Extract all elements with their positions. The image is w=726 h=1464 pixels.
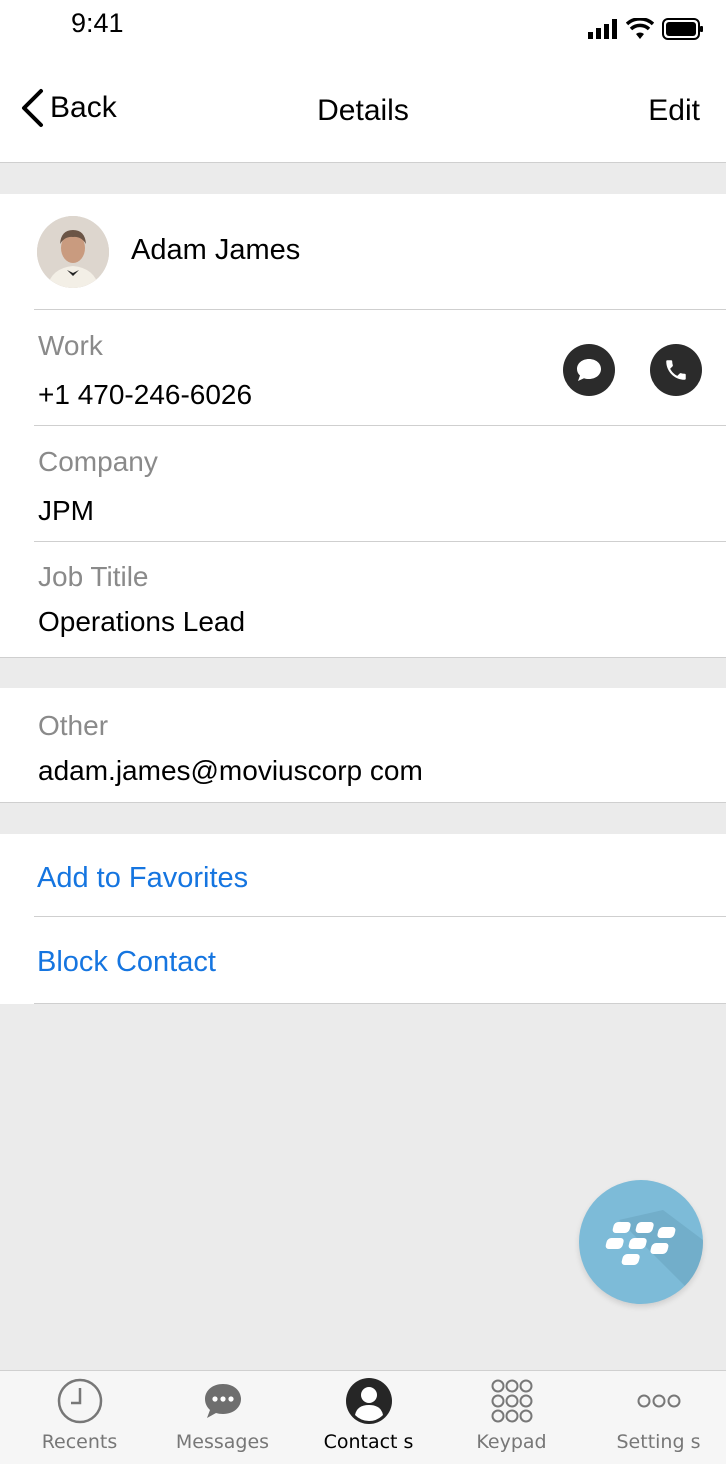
edit-button[interactable]: Edit bbox=[648, 94, 700, 128]
job-title-label: Job Titile bbox=[38, 561, 149, 592]
company-row: Company JPM bbox=[0, 426, 726, 541]
other-section: Other adam.james@moviuscorp com bbox=[0, 688, 726, 802]
tab-contacts[interactable]: Contact s bbox=[296, 1371, 441, 1464]
section-divider bbox=[0, 657, 726, 658]
contact-info-section: Adam James Work +1 470-246-6026 Company … bbox=[0, 194, 726, 657]
tab-bar: Recents Messages Contact s Keypad Settin… bbox=[0, 1370, 726, 1464]
blackberry-icon bbox=[605, 1210, 703, 1304]
section-divider bbox=[0, 802, 726, 803]
signal-icon bbox=[588, 19, 617, 39]
status-icons bbox=[588, 18, 704, 40]
battery-icon bbox=[662, 18, 703, 40]
keypad-icon bbox=[491, 1379, 532, 1423]
tab-messages-label: Messages bbox=[175, 1431, 270, 1453]
contact-header-row: Adam James bbox=[0, 194, 726, 310]
work-phone-row[interactable]: Work +1 470-246-6026 bbox=[0, 310, 726, 425]
tab-recents-label: Recents bbox=[41, 1431, 118, 1453]
work-phone-value[interactable]: +1 470-246-6026 bbox=[38, 379, 252, 411]
chevron-left-icon bbox=[22, 89, 43, 127]
back-button[interactable]: Back bbox=[20, 88, 117, 128]
status-time: 9:41 bbox=[71, 8, 124, 38]
more-dots-icon bbox=[637, 1394, 680, 1408]
contact-name: Adam James bbox=[131, 234, 301, 266]
nav-bar: Back Details Edit bbox=[0, 60, 726, 163]
message-button[interactable] bbox=[563, 344, 615, 396]
tab-settings[interactable]: Setting s bbox=[586, 1371, 726, 1464]
clock-icon bbox=[57, 1378, 102, 1424]
tab-messages[interactable]: Messages bbox=[150, 1371, 295, 1464]
block-contact-button[interactable]: Block Contact bbox=[37, 946, 216, 979]
phone-icon bbox=[666, 360, 686, 380]
job-title-value: Operations Lead bbox=[38, 606, 246, 637]
work-label: Work bbox=[38, 330, 103, 361]
person-icon bbox=[345, 1378, 392, 1424]
chat-bubble-icon bbox=[577, 359, 601, 381]
tab-recents[interactable]: Recents bbox=[7, 1371, 152, 1464]
back-label: Back bbox=[50, 91, 117, 124]
actions-section: Add to Favorites Block Contact bbox=[0, 834, 726, 1004]
other-label: Other bbox=[38, 710, 109, 741]
tab-settings-label: Setting s bbox=[616, 1431, 701, 1453]
wifi-icon bbox=[626, 18, 654, 39]
chat-bubble-icon bbox=[204, 1384, 241, 1418]
job-title-row: Job Titile Operations Lead bbox=[0, 542, 726, 657]
company-label: Company bbox=[38, 446, 158, 477]
tab-contacts-label: Contact s bbox=[323, 1431, 414, 1453]
other-email-value[interactable]: adam.james@moviuscorp com bbox=[38, 755, 423, 787]
blackberry-fab-button[interactable] bbox=[579, 1180, 703, 1304]
company-value: JPM bbox=[38, 495, 94, 526]
divider bbox=[34, 1003, 726, 1004]
status-bar: 9:41 bbox=[0, 0, 726, 60]
divider bbox=[34, 916, 726, 917]
call-button[interactable] bbox=[650, 344, 702, 396]
tab-keypad-label: Keypad bbox=[476, 1431, 547, 1453]
tab-keypad[interactable]: Keypad bbox=[439, 1371, 584, 1464]
avatar bbox=[37, 216, 109, 288]
add-to-favorites-button[interactable]: Add to Favorites bbox=[37, 862, 248, 895]
